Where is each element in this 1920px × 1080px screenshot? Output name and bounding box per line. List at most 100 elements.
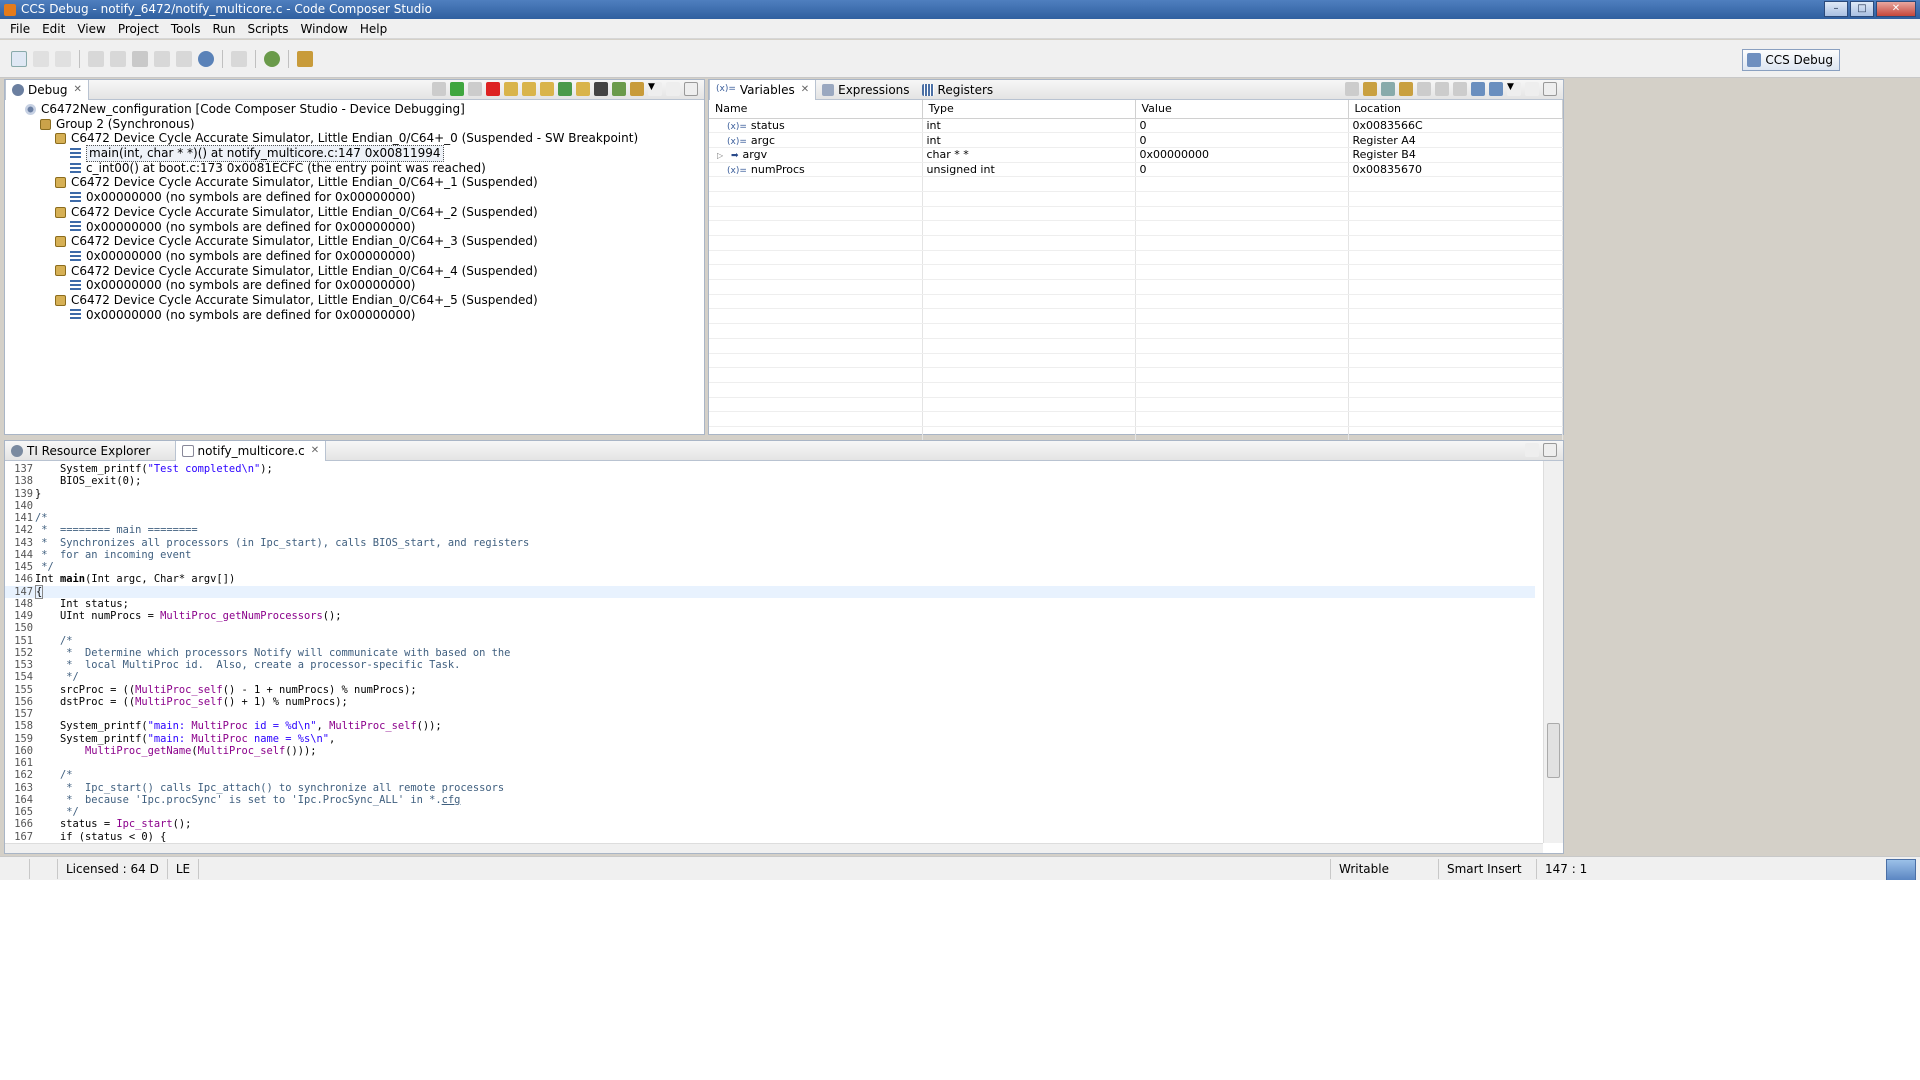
menu-edit[interactable]: Edit	[36, 22, 71, 36]
variable-row[interactable]: (x)= status int 0 0x0083566C	[709, 118, 1563, 134]
code-line[interactable]: 151 /*	[5, 635, 1535, 647]
download-icon[interactable]	[1886, 859, 1916, 881]
variable-row[interactable]: ▷ ➡ argv char * * 0x00000000 Register B4	[709, 147, 1563, 163]
save-all-icon[interactable]	[55, 50, 71, 67]
code-line[interactable]: 156 dstProc = ((MultiProc_self() + 1) % …	[5, 696, 1535, 708]
code-line[interactable]: 163 * Ipc_start() calls Ipc_attach() to …	[5, 782, 1535, 794]
variable-value[interactable]: 0x00000000	[1140, 148, 1210, 161]
tab-registers[interactable]: Registers	[916, 80, 1000, 100]
code-line[interactable]: 145 */	[5, 561, 1535, 573]
code-line[interactable]: 140	[5, 500, 1535, 512]
reset-icon[interactable]	[594, 82, 608, 96]
debug-tree-item[interactable]: C6472 Device Cycle Accurate Simulator, L…	[5, 205, 704, 220]
remove-all-icon[interactable]	[1453, 82, 1467, 96]
debug-tree-item[interactable]: main(int, char * *)() at notify_multicor…	[5, 145, 704, 162]
maximize-view-icon[interactable]	[684, 82, 698, 96]
menu-run[interactable]: Run	[206, 22, 241, 36]
code-line[interactable]: 142 * ======== main ========	[5, 524, 1535, 536]
code-line[interactable]: 162 /*	[5, 769, 1535, 781]
debug-icon[interactable]	[264, 50, 280, 67]
new-view-icon[interactable]	[1471, 82, 1485, 96]
code-line[interactable]: 146 Int main(Int argc, Char* argv[])	[5, 573, 1535, 585]
tab-debug[interactable]: Debug ✕	[5, 79, 89, 100]
debug-tree-item[interactable]: 0x00000000 (no symbols are defined for 0…	[5, 278, 704, 293]
vertical-scrollbar[interactable]	[1543, 461, 1563, 843]
close-icon[interactable]: ✕	[73, 84, 81, 95]
column-header-value[interactable]: Value	[1135, 100, 1349, 119]
pin-icon[interactable]	[1489, 82, 1503, 96]
step-over-icon[interactable]	[522, 82, 536, 96]
debug-tree-item[interactable]: C6472 Device Cycle Accurate Simulator, L…	[5, 175, 704, 190]
run-to-icon[interactable]	[176, 50, 192, 67]
menu-window[interactable]: Window	[295, 22, 354, 36]
menu-project[interactable]: Project	[112, 22, 165, 36]
code-line[interactable]: 155 srcProc = ((MultiProc_self() - 1 + n…	[5, 684, 1535, 696]
maximize-view-icon[interactable]	[1543, 443, 1557, 457]
scrollbar-thumb[interactable]	[1547, 723, 1560, 778]
remove-icon[interactable]	[1435, 82, 1449, 96]
step-return-icon[interactable]	[540, 82, 554, 96]
code-line[interactable]: 148 Int status;	[5, 598, 1535, 610]
collapse-all-icon[interactable]	[1363, 82, 1377, 96]
variable-value[interactable]: 0	[1140, 163, 1147, 176]
menu-scripts[interactable]: Scripts	[241, 22, 294, 36]
tab-variables[interactable]: (x)= Variables ✕	[709, 79, 817, 100]
close-icon[interactable]: ✕	[311, 445, 319, 456]
step-icon[interactable]	[154, 50, 170, 67]
debug-tree-item[interactable]: C6472New_configuration [Code Composer St…	[5, 102, 704, 117]
code-line[interactable]: 152 * Determine which processors Notify …	[5, 647, 1535, 659]
code-line[interactable]: 139}	[5, 488, 1535, 500]
menu-file[interactable]: File	[4, 22, 36, 36]
minimize-view-icon[interactable]	[1525, 82, 1539, 96]
new-view-icon[interactable]	[0, 858, 30, 879]
menu-view[interactable]: View	[71, 22, 111, 36]
code-line[interactable]: 166 status = Ipc_start();	[5, 818, 1535, 830]
show-types-icon[interactable]	[1345, 82, 1359, 96]
code-line[interactable]: 143 * Synchronizes all processors (in Ip…	[5, 537, 1535, 549]
new-icon[interactable]	[11, 50, 27, 67]
perspective-switcher-ccs-debug[interactable]: CCS Debug	[1742, 49, 1840, 71]
menu-tools[interactable]: Tools	[165, 22, 207, 36]
maximize-view-icon[interactable]	[1543, 82, 1557, 96]
suspend-icon[interactable]	[468, 82, 482, 96]
assembly-step-icon[interactable]	[558, 82, 572, 96]
code-line[interactable]: 150	[5, 622, 1535, 634]
debug-tree-item[interactable]: 0x00000000 (no symbols are defined for 0…	[5, 220, 704, 235]
variable-row[interactable]: (x)= numProcs unsigned int 0 0x00835670	[709, 162, 1563, 178]
link-icon[interactable]	[110, 50, 126, 67]
view-menu-icon[interactable]: ▼	[648, 82, 662, 96]
code-line[interactable]: 154 */	[5, 671, 1535, 683]
debug-tree-item[interactable]: 0x00000000 (no symbols are defined for 0…	[5, 249, 704, 264]
code-line[interactable]: 160 MultiProc_getName(MultiProc_self()))…	[5, 745, 1535, 757]
restart-icon[interactable]	[612, 82, 626, 96]
code-line[interactable]: 149 UInt numProcs = MultiProc_getNumProc…	[5, 610, 1535, 622]
code-line[interactable]: 167 if (status < 0) {	[5, 831, 1535, 843]
build-icon[interactable]	[88, 50, 104, 67]
code-line[interactable]: 157	[5, 708, 1535, 720]
expand-icon[interactable]: ▷	[717, 151, 725, 160]
debug-tree-item[interactable]: Group 2 (Synchronous)	[5, 117, 704, 132]
tab-ti-resource-explorer[interactable]: TI Resource Explorer	[5, 441, 157, 461]
view-menu-icon[interactable]: ▼	[1507, 82, 1521, 96]
code-line[interactable]: 147{	[5, 584, 1535, 599]
code-line[interactable]: 164 * because 'Ipc.procSync' is set to '…	[5, 794, 1535, 806]
variable-value[interactable]: 0	[1140, 119, 1147, 132]
code-line[interactable]: 137 System_printf("Test completed\n");	[5, 463, 1535, 475]
debug-tree-item[interactable]: 0x00000000 (no symbols are defined for 0…	[5, 308, 704, 323]
code-line[interactable]: 138 BIOS_exit(0);	[5, 475, 1535, 487]
resume-icon[interactable]	[450, 82, 464, 96]
code-line[interactable]: 161	[5, 757, 1535, 769]
save-icon[interactable]	[33, 50, 49, 67]
variable-value[interactable]: 0	[1140, 134, 1147, 147]
open-perspective-icon[interactable]	[1850, 51, 1890, 69]
terminate-icon[interactable]	[486, 82, 500, 96]
layout-icon[interactable]	[1381, 82, 1395, 96]
minimize-button[interactable]: –	[1824, 1, 1848, 17]
debug-tree-item[interactable]: 0x00000000 (no symbols are defined for 0…	[5, 190, 704, 205]
assembly-step-over-icon[interactable]	[576, 82, 590, 96]
code-line[interactable]: 141/*	[5, 512, 1535, 524]
maximize-button[interactable]: □	[1850, 1, 1874, 17]
code-line[interactable]: 153 * local MultiProc id. Also, create a…	[5, 659, 1535, 671]
step-into-icon[interactable]	[504, 82, 518, 96]
code-line[interactable]: 159 System_printf("main: MultiProc name …	[5, 733, 1535, 745]
